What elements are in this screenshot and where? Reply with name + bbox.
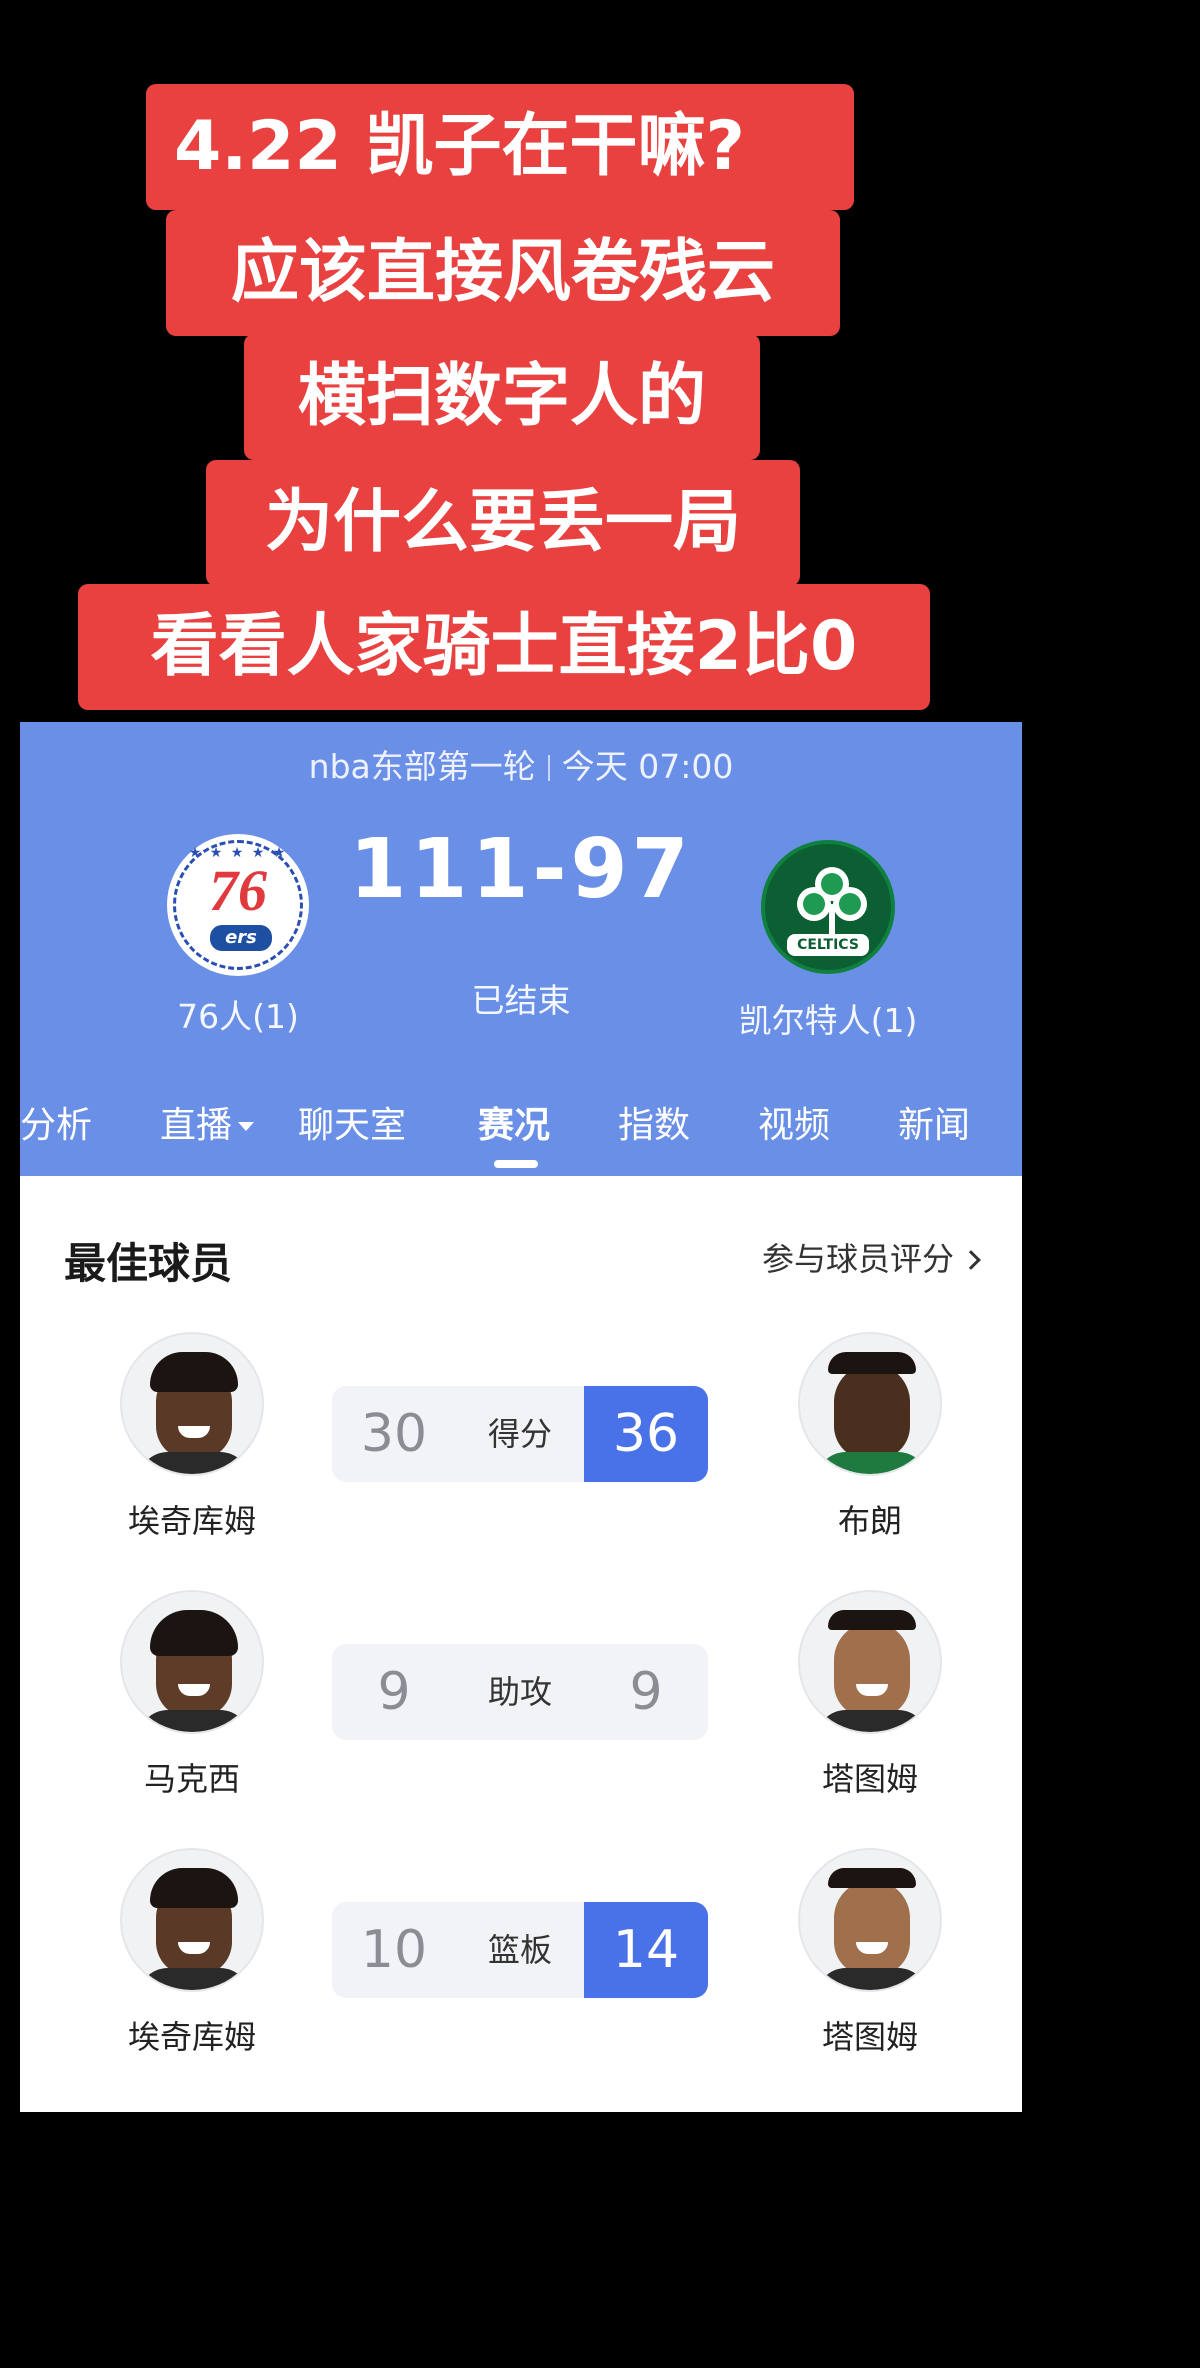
stat-label: 篮板 (487, 1931, 552, 1969)
tab-bar: 分析 直播 聊天室 赛况 指数 视频 新闻 (20, 1082, 1022, 1176)
away-team[interactable]: CELTICS 凯尔特人(1) (718, 840, 938, 1042)
player-avatar (120, 1848, 264, 1992)
rate-players-label: 参与球员评分 (761, 1240, 954, 1278)
logo-sub-text: ers (210, 925, 272, 951)
player-avatar (798, 1848, 942, 1992)
player-card[interactable]: 布朗 (760, 1332, 980, 1542)
match-detail-screen: nba东部第一轮 今天 07:00 ★ ★ ★ ★ ★ 76 ers 76人(1)… (20, 722, 1022, 2112)
logo-banner: CELTICS (787, 934, 869, 956)
tab-news[interactable]: 新闻 (898, 1096, 970, 1148)
match-meta: nba东部第一轮 今天 07:00 (20, 740, 1022, 788)
avatar-face (834, 1622, 910, 1718)
caption-line-3: 横扫数字人的 (244, 334, 760, 460)
tab-video[interactable]: 视频 (758, 1096, 830, 1148)
player-card[interactable]: 埃奇库姆 (82, 1848, 302, 2058)
avatar-face (834, 1880, 910, 1976)
right-stat-value: 9 (629, 1662, 663, 1722)
player-name: 布朗 (837, 1502, 902, 1540)
tab-chatroom[interactable]: 聊天室 (298, 1096, 406, 1148)
player-card[interactable]: 塔图姆 (760, 1848, 980, 2058)
stat-label: 得分 (487, 1415, 552, 1453)
tab-analysis[interactable]: 分析 (20, 1096, 92, 1148)
player-name: 埃奇库姆 (127, 2018, 256, 2056)
match-header: nba东部第一轮 今天 07:00 ★ ★ ★ ★ ★ 76 ers 76人(1)… (20, 722, 1022, 1176)
celtics-logo-icon: CELTICS (761, 840, 895, 974)
player-avatar (798, 1332, 942, 1476)
avatar-hair (828, 1610, 916, 1630)
stat-row-rebounds: 埃奇库姆 10 篮板 14 塔图姆 (20, 1848, 1022, 2068)
caption-line-2: 应该直接风卷残云 (166, 210, 840, 336)
left-stat-value: 9 (377, 1662, 411, 1722)
avatar-hair (150, 1610, 238, 1656)
right-stat-value: 14 (584, 1902, 708, 1998)
player-name: 塔图姆 (821, 2018, 918, 2056)
tab-game-status[interactable]: 赛况 (478, 1096, 550, 1148)
player-name: 埃奇库姆 (127, 1502, 256, 1540)
clover-icon (797, 867, 867, 934)
left-stat-value: 30 (360, 1404, 428, 1464)
stat-comparison-bar: 30 得分 36 (332, 1386, 708, 1482)
player-card[interactable]: 埃奇库姆 (82, 1332, 302, 1542)
video-caption: 4.22 凯子在干嘛? 应该直接风卷残云 横扫数字人的 为什么要丢一局 看看人家… (0, 0, 1200, 720)
player-name: 马克西 (143, 1760, 240, 1798)
meta-divider (547, 755, 550, 781)
stat-row-points: 埃奇库姆 30 得分 36 布朗 (20, 1332, 1022, 1552)
avatar-shirt (816, 1710, 928, 1732)
tab-odds[interactable]: 指数 (618, 1096, 690, 1148)
stat-comparison-bar: 9 助攻 9 (332, 1644, 708, 1740)
right-stat-value: 36 (584, 1386, 708, 1482)
best-players-section: 最佳球员 参与球员评分 埃奇库姆 30 得分 36 布朗 马克西 9 助攻 9 … (20, 1176, 1022, 2112)
avatar-shirt (816, 1452, 928, 1474)
stat-row-assists: 马克西 9 助攻 9 塔图姆 (20, 1590, 1022, 1810)
player-avatar (120, 1332, 264, 1476)
player-avatar (120, 1590, 264, 1734)
avatar-face (834, 1364, 910, 1460)
match-time: 今天 07:00 (561, 747, 734, 786)
player-name: 塔图姆 (821, 1760, 918, 1798)
away-team-name: 凯尔特人(1) (738, 1001, 918, 1040)
avatar-shirt (138, 1452, 250, 1474)
player-avatar (798, 1590, 942, 1734)
left-stat-value: 10 (360, 1920, 428, 1980)
active-tab-indicator (494, 1160, 538, 1168)
avatar-hair (828, 1868, 916, 1888)
stat-comparison-bar: 10 篮板 14 (332, 1902, 708, 1998)
section-title: 最佳球员 (64, 1239, 233, 1288)
player-card[interactable]: 马克西 (82, 1590, 302, 1800)
avatar-shirt (138, 1968, 250, 1990)
avatar-shirt (138, 1710, 250, 1732)
player-card[interactable]: 塔图姆 (760, 1590, 980, 1800)
chevron-right-icon (961, 1250, 981, 1270)
caption-line-4: 为什么要丢一局 (206, 460, 800, 586)
caption-line-1: 4.22 凯子在干嘛? (146, 84, 854, 210)
avatar-hair (828, 1352, 916, 1374)
stat-label: 助攻 (487, 1673, 552, 1711)
tab-live-label: 直播 (160, 1105, 233, 1146)
avatar-shirt (816, 1968, 928, 1990)
tab-live[interactable]: 直播 (160, 1096, 255, 1148)
avatar-hair (150, 1352, 238, 1392)
dropdown-caret-icon (238, 1122, 255, 1131)
rate-players-link[interactable]: 参与球员评分 (761, 1234, 981, 1280)
competition-label: nba东部第一轮 (308, 747, 536, 786)
caption-line-5: 看看人家骑士直接2比0 (78, 584, 930, 710)
avatar-hair (150, 1868, 238, 1908)
